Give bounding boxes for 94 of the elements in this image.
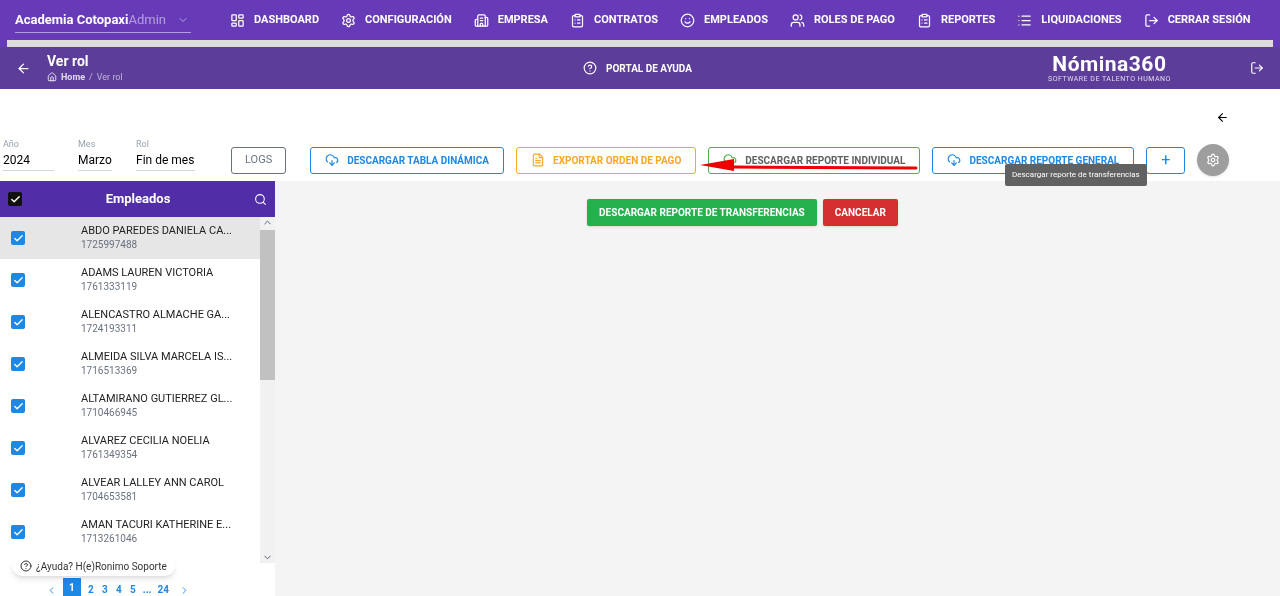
employee-id: 1704653581 (81, 490, 139, 504)
employee-id: 1761349354 (81, 448, 139, 462)
page-link[interactable]: 4 (114, 580, 123, 596)
settings-button[interactable] (1197, 144, 1230, 176)
field-value: Marzo (78, 152, 112, 169)
breadcrumb-separator: / (89, 70, 93, 84)
employee-name: ABDO PAREDES DANIELA CA... (81, 224, 233, 238)
checkbox[interactable] (11, 357, 25, 371)
employee-id: 1724193311 (81, 322, 139, 336)
nav-link[interactable]: DASHBOARD (230, 11, 320, 29)
page-link[interactable]: 1 (63, 578, 81, 596)
field-label: Rol (136, 139, 150, 150)
nav-link[interactable]: CONTRATOS (570, 11, 659, 29)
field-label: Mes (78, 139, 97, 150)
nav-link[interactable]: LIQUIDACIONES (1017, 11, 1122, 29)
help-chip[interactable]: ¿Ayuda? H(e)Ronimo Soporte (12, 556, 175, 576)
employee-name: ALMEIDA SILVA MARCELA IS... (81, 350, 233, 364)
employee-id: 1761333119 (81, 280, 139, 294)
toolbar-button[interactable]: LOGS (231, 146, 287, 174)
cancel-button[interactable]: CANCELAR (822, 199, 898, 226)
employee-name: ALVAREZ CECILIA NOELIA (81, 434, 210, 448)
nav-link[interactable]: CONFIGURACIÓN (341, 11, 452, 29)
dashboard-icon (230, 12, 245, 28)
employee-row[interactable]: ABDO PAREDES DANIELA CA... 1725997488 (0, 217, 260, 259)
checkbox[interactable] (11, 399, 25, 413)
checkbox[interactable] (11, 231, 25, 245)
employee-row[interactable]: AMAN TACURI KATHERINE E... 1713261046 (0, 511, 260, 553)
nav-link[interactable]: ROLES DE PAGO (790, 11, 895, 29)
nav-link[interactable]: CERRAR SESIÓN (1143, 11, 1251, 29)
help-icon (20, 560, 32, 572)
cloud-download-icon (947, 153, 962, 167)
logout-icon[interactable] (1250, 61, 1264, 75)
page-link[interactable]: 5 (128, 580, 137, 596)
help-icon (583, 61, 597, 75)
cloud-download-icon (325, 153, 340, 167)
help-portal-link[interactable]: PORTAL DE AYUDA (606, 60, 692, 76)
filter-field[interactable]: Mes Marzo (78, 139, 112, 171)
home-icon (47, 71, 57, 82)
employee-id: 1713261046 (81, 532, 139, 546)
checkbox[interactable] (8, 192, 22, 206)
breadcrumb-current: Ver rol (96, 70, 123, 84)
employee-name: ALVEAR LALLEY ANN CAROL (81, 476, 224, 490)
file-icon (531, 153, 545, 167)
clipboard-icon (916, 12, 932, 28)
breadcrumb-link[interactable]: Home (61, 69, 86, 84)
page-link[interactable]: 2 (86, 580, 95, 596)
checkbox[interactable] (11, 273, 25, 287)
employee-name: AMAN TACURI KATHERINE E... (81, 518, 232, 532)
field-label: Año (3, 139, 20, 150)
search-icon[interactable] (254, 192, 267, 206)
tooltip: Descargar reporte de transferencias (1005, 164, 1147, 186)
page-link[interactable]: 3 (100, 580, 109, 596)
employee-row[interactable]: ALMEIDA SILVA MARCELA IS... 1716513369 (0, 343, 260, 385)
checkbox[interactable] (11, 525, 25, 539)
building-icon (473, 12, 489, 28)
employee-row[interactable]: ALTAMIRANO GUTIERREZ GL... 1710466945 (0, 385, 260, 427)
gear-icon (341, 12, 357, 28)
back-arrow-icon[interactable] (16, 60, 31, 76)
employee-id: 1710466945 (81, 406, 139, 420)
employee-name: ALTAMIRANO GUTIERREZ GL... (81, 392, 233, 406)
toolbar-button[interactable]: DESCARGAR TABLA DINÁMICA (310, 146, 504, 174)
filter-field[interactable]: Rol Fin de mes (136, 139, 195, 171)
field-value: 2024 (3, 152, 31, 169)
checkbox[interactable] (11, 483, 25, 497)
employee-row[interactable]: ALVEAR LALLEY ANN CAROL 1704653581 (0, 469, 260, 511)
employee-name: ALENCASTRO ALMACHE GA... (81, 308, 230, 322)
employee-row[interactable]: ADAMS LAUREN VICTORIA 1761333119 (0, 259, 260, 301)
employee-id: 1725997488 (81, 238, 139, 252)
checkbox[interactable] (11, 441, 25, 455)
logout-icon (1143, 12, 1159, 28)
employee-name: ADAMS LAUREN VICTORIA (81, 266, 214, 280)
filter-field[interactable]: Año 2024 (3, 139, 54, 171)
nav-link[interactable]: EMPRESA (473, 11, 548, 29)
nav-link[interactable]: REPORTES (916, 11, 996, 29)
page-link[interactable]: ... (142, 580, 152, 596)
back-arrow-icon[interactable] (1216, 111, 1229, 124)
employee-id: 1716513369 (81, 364, 139, 378)
page-link[interactable]: 24 (157, 580, 169, 596)
field-value: Fin de mes (136, 152, 195, 169)
company-select[interactable]: Academia CotopaxiAdmin (15, 7, 191, 33)
panel-title: Empleados (104, 190, 172, 209)
scrollbar[interactable] (260, 217, 275, 563)
clipboard-icon (570, 12, 585, 28)
add-button[interactable]: + (1146, 146, 1186, 174)
employee-row[interactable]: ALVAREZ CECILIA NOELIA 1761349354 (0, 427, 260, 469)
page-title: Ver rol (47, 52, 90, 69)
settings-icon (1206, 153, 1221, 167)
people-icon (790, 12, 805, 28)
list-icon (1017, 12, 1033, 28)
checkbox[interactable] (11, 315, 25, 329)
employee-row[interactable]: ALENCASTRO ALMACHE GA... 1724193311 (0, 301, 260, 343)
nav-link[interactable]: EMPLEADOS (680, 11, 768, 29)
face-icon (680, 12, 696, 28)
logo: Nómina360 (1052, 52, 1167, 75)
